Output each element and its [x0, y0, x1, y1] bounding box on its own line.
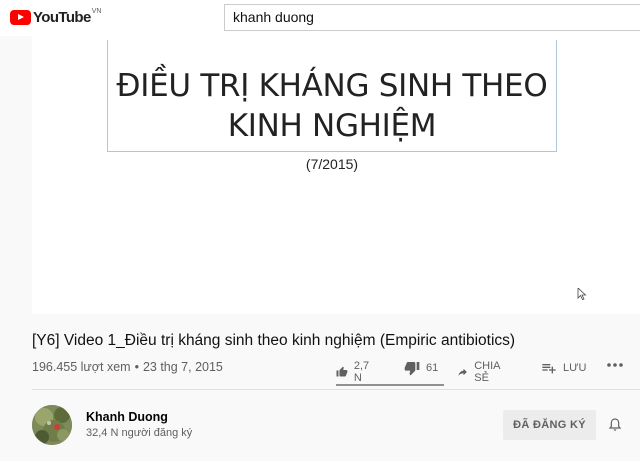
share-button[interactable]: CHIA SẺ [457, 360, 505, 384]
like-button[interactable]: 2,7 N [336, 360, 373, 384]
channel-name[interactable]: Khanh Duong [86, 410, 168, 424]
slide-title-line-1: ĐIỀU TRỊ KHÁNG SINH THEO [116, 68, 548, 104]
slide-title-line-2: KINH NGHIỆM [227, 108, 437, 144]
masthead: YouTube VN khanh duong [0, 0, 640, 36]
thumbs-up-icon [336, 366, 348, 377]
logo-text: YouTube [33, 9, 91, 26]
dislike-button[interactable]: 61 [404, 360, 438, 376]
view-count: 196.455 lượt xem [32, 360, 131, 374]
thumbs-down-icon [404, 362, 420, 376]
notification-bell-button[interactable] [607, 416, 623, 439]
bell-icon [608, 418, 622, 431]
channel-avatar[interactable] [32, 405, 72, 445]
like-dislike-ratio-bar [336, 384, 444, 386]
upload-date: 23 thg 7, 2015 [142, 360, 223, 374]
share-label: CHIA SẺ [474, 360, 500, 384]
mouse-cursor-icon [577, 288, 587, 300]
logo-country-code: VN [91, 8, 102, 15]
video-player[interactable]: ĐIỀU TRỊ KHÁNG SINH THEO KINH NGHIỆM (7/… [32, 36, 640, 314]
subscriber-count: 32,4 N người đăng ký [86, 427, 193, 439]
more-actions-button[interactable] [606, 362, 624, 368]
youtube-logo[interactable]: YouTube VN [10, 8, 102, 26]
youtube-play-icon [10, 10, 31, 25]
video-title: [Y6] Video 1_Điều trị kháng sinh theo ki… [32, 332, 516, 349]
video-meta: 196.455 lượt xem • 23 thg 7, 2015 [32, 360, 223, 374]
playlist-add-icon [542, 364, 556, 374]
more-horizontal-icon [607, 363, 623, 367]
slide-subtitle: (7/2015) [305, 156, 359, 172]
like-ratio-fill [336, 384, 442, 386]
search-input[interactable]: khanh duong [224, 4, 640, 31]
avatar-image [32, 405, 72, 445]
divider [32, 389, 640, 390]
subscribed-button[interactable]: ĐÃ ĐĂNG KÝ [503, 410, 596, 440]
share-arrow-icon [458, 368, 467, 376]
slide-title: ĐIỀU TRỊ KHÁNG SINH THEO KINH NGHIỆM [107, 66, 557, 146]
like-count: 2,7 N [353, 360, 370, 384]
dislike-count: 61 [426, 362, 439, 374]
meta-separator: • [134, 360, 139, 374]
save-label: LƯU [563, 362, 587, 374]
save-button[interactable]: LƯU [541, 360, 586, 376]
